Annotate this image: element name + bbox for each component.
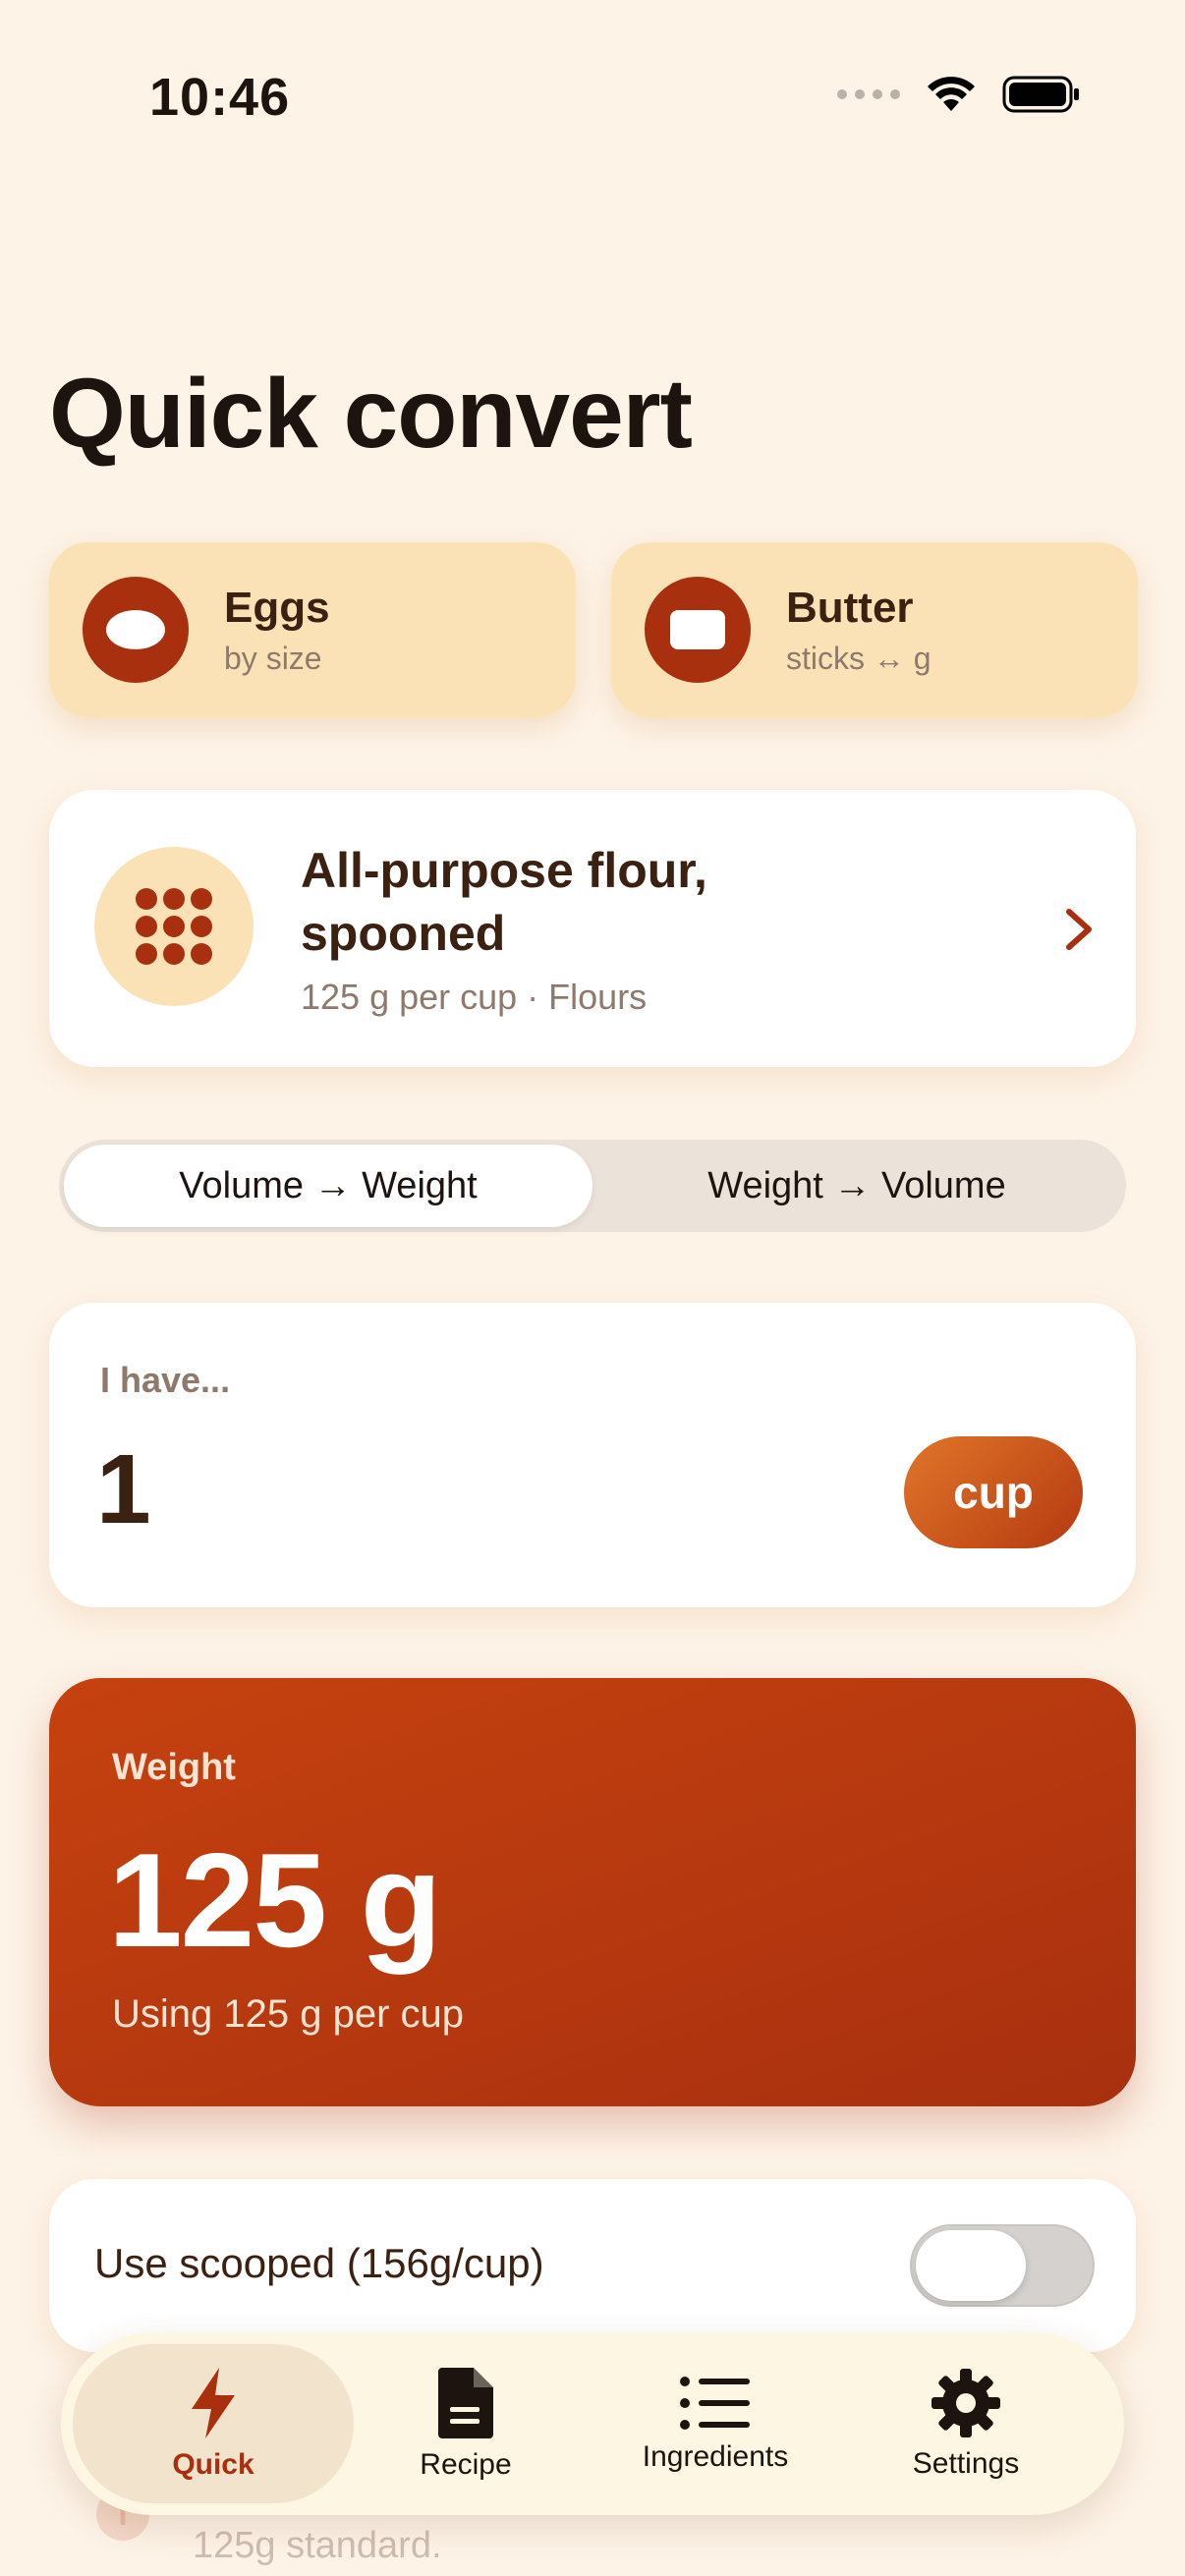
result-note: Using 125 g per cup bbox=[112, 1992, 465, 2036]
bolt-icon bbox=[192, 2368, 235, 2438]
amount-label: I have... bbox=[100, 1360, 231, 1400]
eggs-tile-subtitle: by size bbox=[224, 640, 322, 676]
tab-quick-label: Quick bbox=[172, 2448, 254, 2481]
butter-tile[interactable]: Butter sticks ↔ g bbox=[611, 542, 1138, 717]
unit-button[interactable]: cup bbox=[904, 1436, 1083, 1548]
tab-settings-label: Settings bbox=[912, 2447, 1020, 2480]
gear-icon bbox=[931, 2369, 1000, 2437]
ingredient-selector[interactable]: All-purpose flour, spooned 125 g per cup… bbox=[49, 790, 1136, 1067]
scooped-toggle[interactable] bbox=[910, 2224, 1095, 2307]
status-time: 10:46 bbox=[149, 68, 291, 127]
tab-ingredients-label: Ingredients bbox=[642, 2440, 789, 2473]
result-card: Weight 125 g Using 125 g per cup bbox=[49, 1678, 1136, 2106]
conversion-mode-control: Volume → Weight Weight → Volume bbox=[59, 1140, 1126, 1232]
tab-recipe[interactable]: Recipe bbox=[354, 2344, 578, 2503]
ingredient-name: All-purpose flour, spooned bbox=[301, 843, 707, 961]
mode-volume-to-weight[interactable]: Volume → Weight bbox=[64, 1145, 592, 1227]
egg-icon bbox=[83, 577, 189, 683]
cellular-signal-icon bbox=[837, 89, 900, 99]
mode-weight-to-volume[interactable]: Weight → Volume bbox=[592, 1145, 1121, 1227]
tab-quick[interactable]: Quick bbox=[73, 2344, 354, 2503]
list-icon bbox=[680, 2377, 750, 2430]
butter-tile-title: Butter bbox=[786, 583, 914, 632]
eggs-tile-title: Eggs bbox=[224, 583, 330, 632]
page-title: Quick convert bbox=[49, 359, 693, 469]
tab-settings[interactable]: Settings bbox=[853, 2344, 1079, 2503]
result-label: Weight bbox=[112, 1747, 236, 1788]
document-icon bbox=[438, 2368, 493, 2438]
result-value: 125 g bbox=[108, 1825, 442, 1975]
scooped-toggle-label: Use scooped (156g/cup) bbox=[94, 2240, 544, 2286]
butter-icon bbox=[645, 577, 751, 683]
tab-bar: Quick Recipe Ingredients Settings bbox=[61, 2332, 1124, 2515]
toggle-knob bbox=[916, 2230, 1026, 2301]
chevron-right-icon bbox=[1066, 909, 1092, 950]
amount-input[interactable] bbox=[96, 1430, 784, 1548]
amount-input-card: I have... cup bbox=[49, 1303, 1136, 1607]
battery-icon bbox=[1002, 76, 1079, 113]
tab-recipe-label: Recipe bbox=[420, 2448, 512, 2481]
tab-ingredients[interactable]: Ingredients bbox=[578, 2344, 853, 2503]
status-icons bbox=[837, 75, 1081, 114]
scooped-toggle-row: Use scooped (156g/cup) bbox=[49, 2179, 1136, 2352]
flour-dots-icon bbox=[94, 847, 254, 1006]
eggs-tile[interactable]: Eggs by size bbox=[49, 542, 576, 717]
butter-tile-subtitle: sticks ↔ g bbox=[786, 640, 931, 676]
ingredient-detail: 125 g per cup · Flours bbox=[301, 977, 648, 1017]
wifi-icon bbox=[928, 77, 975, 111]
footnote-text: 125g standard. bbox=[193, 2525, 442, 2566]
